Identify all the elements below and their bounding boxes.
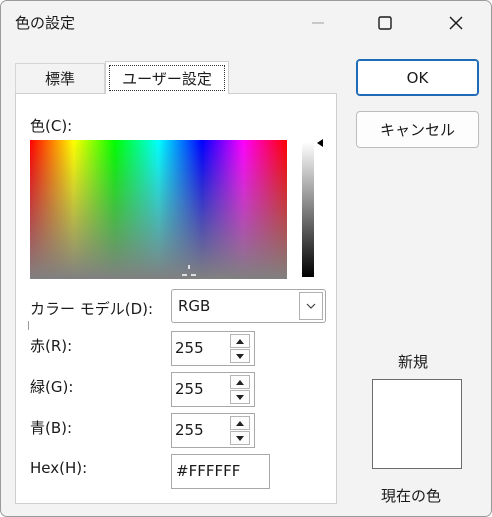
- arrow-up-icon: [236, 379, 244, 385]
- arrow-up-icon: [236, 420, 244, 426]
- minimize-icon: [312, 22, 324, 24]
- green-spinbox[interactable]: 255: [171, 372, 255, 407]
- green-value[interactable]: 255: [175, 380, 204, 398]
- maximize-icon: [378, 16, 392, 30]
- red-label: 赤(R):: [30, 337, 73, 355]
- minimize-button[interactable]: [295, 1, 341, 45]
- hex-label: Hex(H):: [30, 459, 88, 477]
- blue-value[interactable]: 255: [175, 421, 204, 439]
- tab-standard[interactable]: 標準: [15, 63, 105, 93]
- blue-spinbox[interactable]: 255: [171, 413, 255, 448]
- color-preview-swatch: [372, 379, 462, 469]
- arrow-down-icon: [236, 353, 244, 359]
- hex-value[interactable]: #FFFFFF: [176, 462, 240, 480]
- color-label: 色(C):: [30, 117, 73, 135]
- crosshair-icon: [182, 265, 196, 276]
- custom-color-panel: 色(C): カラー モデル(D): RGB 赤(R): 255 緑(G): 25…: [15, 93, 337, 504]
- ok-button[interactable]: OK: [356, 59, 479, 96]
- current-color-label: 現在の色: [381, 487, 442, 505]
- green-label: 緑(G):: [30, 378, 74, 396]
- arrow-down-icon: [236, 394, 244, 400]
- color-model-value: RGB: [178, 297, 211, 315]
- maximize-button[interactable]: [362, 1, 408, 45]
- red-increment-button[interactable]: [230, 334, 250, 348]
- tab-custom[interactable]: ユーザー設定: [105, 61, 229, 94]
- close-icon: [449, 16, 463, 30]
- divider-tick: [28, 321, 29, 330]
- title-bar: 色の設定: [1, 1, 491, 45]
- color-spectrum[interactable]: [30, 140, 287, 279]
- color-settings-dialog: 色の設定 標準 ユーザー設定 色(C): カラー モデル(D): RGB 赤(R…: [0, 0, 492, 517]
- color-model-dropdown-button[interactable]: [299, 292, 323, 320]
- focus-rectangle: [109, 65, 225, 91]
- arrow-down-icon: [236, 435, 244, 441]
- arrow-up-icon: [236, 338, 244, 344]
- blue-increment-button[interactable]: [230, 416, 250, 430]
- luminance-arrow-icon[interactable]: [317, 139, 323, 147]
- cancel-button-label: キャンセル: [379, 121, 455, 139]
- green-increment-button[interactable]: [230, 375, 250, 389]
- window-title: 色の設定: [15, 14, 76, 32]
- tab-standard-label: 標準: [44, 70, 75, 88]
- close-button[interactable]: [433, 1, 479, 45]
- color-model-select[interactable]: RGB: [171, 289, 326, 323]
- blue-decrement-button[interactable]: [230, 431, 250, 445]
- ok-button-label: OK: [406, 68, 429, 87]
- red-decrement-button[interactable]: [230, 349, 250, 363]
- color-model-label: カラー モデル(D):: [30, 300, 154, 318]
- chevron-down-icon: [306, 303, 316, 309]
- green-decrement-button[interactable]: [230, 390, 250, 404]
- new-color-label: 新規: [398, 353, 429, 371]
- red-spinbox[interactable]: 255: [171, 331, 255, 366]
- red-value[interactable]: 255: [175, 339, 204, 357]
- blue-label: 青(B):: [30, 419, 73, 437]
- cancel-button[interactable]: キャンセル: [356, 111, 479, 148]
- hex-input[interactable]: #FFFFFF: [171, 454, 270, 489]
- luminance-slider[interactable]: [302, 142, 314, 277]
